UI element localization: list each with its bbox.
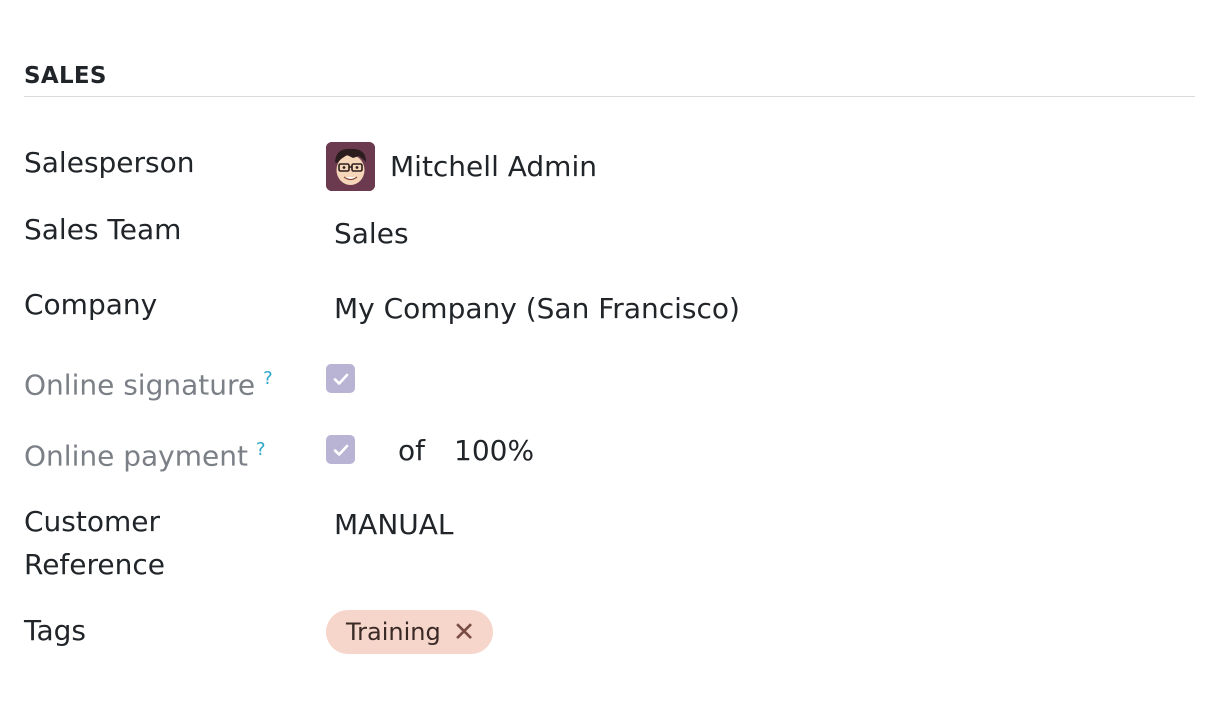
tags-row: Tags Training ✕ (24, 609, 1195, 655)
help-icon[interactable]: ? (263, 368, 273, 389)
checkmark-icon (333, 373, 348, 385)
customer-reference-label-line2: Reference (24, 548, 165, 581)
online-signature-row: Online signature? (24, 357, 1195, 401)
company-value[interactable]: My Company (San Francisco) (334, 287, 740, 330)
tag-label: Training (346, 618, 441, 646)
sales-team-value[interactable]: Sales (334, 212, 409, 255)
checkmark-icon (333, 444, 348, 456)
online-payment-row: Online payment? of 100% (24, 428, 1195, 472)
customer-reference-label-line1: Customer (24, 505, 161, 538)
tag-training[interactable]: Training ✕ (326, 610, 494, 654)
online-payment-checkbox[interactable] (326, 435, 355, 464)
online-payment-of-text: of (398, 434, 425, 467)
customer-reference-value[interactable]: MANUAL (334, 503, 454, 546)
salesperson-label: Salesperson (24, 146, 195, 179)
online-payment-label-text: Online payment (24, 439, 248, 473)
sales-section: SALES (24, 62, 1195, 97)
online-signature-checkbox[interactable] (326, 364, 355, 393)
online-signature-label: Online signature? (24, 357, 273, 406)
sales-team-row: Sales Team Sales (24, 208, 1195, 252)
sales-team-label: Sales Team (24, 213, 182, 246)
help-icon[interactable]: ? (256, 439, 266, 460)
section-title: SALES (24, 62, 1195, 97)
close-icon[interactable]: ✕ (453, 619, 476, 646)
online-payment-label: Online payment? (24, 428, 266, 477)
company-label: Company (24, 288, 158, 321)
company-row: Company My Company (San Francisco) (24, 283, 1195, 327)
salesperson-row: Salesperson Mitchell Admin (24, 141, 1195, 193)
online-signature-label-text: Online signature (24, 368, 256, 402)
customer-reference-row: Customer Reference MANUAL (24, 500, 1195, 586)
avatar-face-icon[interactable] (326, 142, 375, 191)
tags-label: Tags (24, 614, 86, 647)
salesperson-value[interactable]: Mitchell Admin (390, 145, 597, 188)
online-payment-percent[interactable]: 100% (454, 429, 534, 472)
